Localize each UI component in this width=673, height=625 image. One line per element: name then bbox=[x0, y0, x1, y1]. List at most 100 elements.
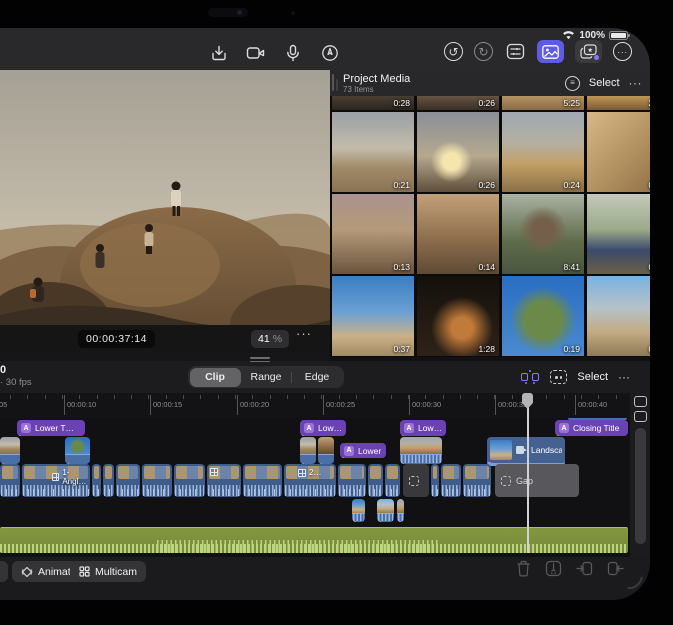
media-thumbnail[interactable]: 0:26 bbox=[417, 112, 499, 192]
landscape-clip[interactable]: Landscap… bbox=[487, 437, 565, 466]
insert-right-icon[interactable] bbox=[607, 561, 624, 576]
video-clip[interactable]: 1-Angl… bbox=[22, 464, 90, 497]
video-clip[interactable] bbox=[142, 464, 172, 497]
redo-icon[interactable]: ↻ bbox=[474, 42, 493, 61]
media-thumbnail[interactable]: 0:24 bbox=[502, 112, 584, 192]
camera-icon[interactable] bbox=[245, 42, 267, 64]
video-clip[interactable] bbox=[338, 464, 366, 497]
connection-stem bbox=[377, 521, 381, 522]
media-more-icon[interactable]: ··· bbox=[629, 76, 643, 90]
video-clip[interactable] bbox=[92, 464, 101, 497]
more-options-icon[interactable]: ··· bbox=[613, 42, 632, 61]
connection-stem bbox=[400, 435, 404, 436]
undo-icon[interactable]: ↺ bbox=[444, 42, 463, 61]
titles-effects-icon[interactable] bbox=[575, 40, 602, 63]
media-thumbnail[interactable]: 0:19 bbox=[502, 276, 584, 356]
connected-clip[interactable] bbox=[400, 437, 442, 464]
multicam-button[interactable]: Multicam bbox=[70, 561, 146, 582]
connected-clip[interactable] bbox=[352, 499, 365, 522]
microphone-icon[interactable] bbox=[282, 42, 304, 64]
ruler-minor-tick bbox=[235, 395, 236, 399]
title-clip[interactable]: AClosing Title bbox=[555, 420, 628, 436]
media-thumbnail[interactable]: 0:13 bbox=[332, 194, 414, 274]
clip-duration-label: 0:12 bbox=[648, 180, 650, 190]
clip-waveform-hi bbox=[104, 489, 113, 496]
video-clip[interactable]: 2… bbox=[284, 464, 336, 497]
media-thumbnail[interactable]: 0:37 bbox=[332, 276, 414, 356]
connected-clip[interactable] bbox=[300, 437, 316, 464]
timecode-display[interactable]: 00:00:37:14 bbox=[78, 330, 155, 348]
gap-clip[interactable]: Gap bbox=[495, 464, 579, 497]
inspector-icon[interactable] bbox=[504, 41, 526, 63]
video-clip[interactable] bbox=[174, 464, 205, 497]
media-thumbnail[interactable]: 0:48 bbox=[587, 276, 650, 356]
title-clip[interactable]: ALower T… bbox=[17, 420, 85, 436]
media-thumbnail[interactable]: 0:28 bbox=[332, 94, 414, 110]
video-clip[interactable] bbox=[0, 464, 20, 497]
project-info-line2: · 30 fps bbox=[0, 377, 32, 388]
enhance-icon[interactable] bbox=[520, 370, 540, 384]
pencil-tool-icon[interactable] bbox=[319, 42, 341, 64]
title-clip[interactable]: ALow… bbox=[300, 420, 346, 436]
segment-range[interactable]: Range bbox=[241, 368, 292, 387]
connected-clip[interactable] bbox=[377, 499, 394, 522]
media-thumbnail[interactable]: 2:04 bbox=[587, 94, 650, 110]
media-browser-icon[interactable] bbox=[537, 40, 564, 63]
audio-track-clip[interactable] bbox=[0, 527, 628, 553]
clip-thumbnail bbox=[0, 437, 20, 454]
media-thumbnail[interactable]: 1:28 bbox=[417, 276, 499, 356]
segment-clip[interactable]: Clip bbox=[190, 368, 241, 387]
ruler-minor-tick bbox=[27, 395, 28, 399]
insert-left-icon[interactable] bbox=[576, 561, 593, 576]
connected-clip[interactable] bbox=[397, 499, 404, 522]
title-clip[interactable]: ALow… bbox=[400, 420, 446, 436]
resize-drag-handle[interactable] bbox=[250, 357, 270, 362]
title-clip[interactable]: ALower… bbox=[340, 443, 386, 458]
media-thumbnail[interactable]: 0:14 bbox=[417, 194, 499, 274]
timeline-ruler[interactable]: 0500:00:1000:00:1500:00:2000:00:2500:00:… bbox=[0, 393, 630, 418]
video-clip[interactable] bbox=[463, 464, 491, 497]
media-thumbnail[interactable]: 0:12 bbox=[587, 112, 650, 192]
video-clip[interactable] bbox=[116, 464, 140, 497]
zoom-level-button[interactable]: 41 % bbox=[251, 330, 289, 348]
video-clip[interactable] bbox=[368, 464, 383, 497]
ruler-minor-tick bbox=[598, 395, 599, 399]
import-icon[interactable] bbox=[208, 42, 230, 64]
video-clip[interactable] bbox=[103, 464, 114, 497]
connected-clip[interactable] bbox=[0, 437, 20, 464]
video-clip[interactable] bbox=[385, 464, 400, 497]
timeline-more-icon[interactable]: ··· bbox=[618, 370, 630, 384]
media-thumbnail[interactable]: 5:25 bbox=[502, 94, 584, 110]
media-thumbnail[interactable]: 0:21 bbox=[332, 112, 414, 192]
media-thumbnail[interactable]: 0:26 bbox=[587, 194, 650, 274]
viewer[interactable]: 00:00:37:14 41 % ··· bbox=[0, 70, 330, 353]
video-clip[interactable] bbox=[207, 464, 241, 497]
trash-icon[interactable] bbox=[516, 560, 531, 577]
timeline-zoom-button-2[interactable] bbox=[634, 411, 647, 422]
video-clip[interactable] bbox=[243, 464, 282, 497]
video-clip[interactable] bbox=[431, 464, 439, 497]
media-thumbnail[interactable]: 0:26 bbox=[417, 94, 499, 110]
multicam-label: Multicam bbox=[95, 566, 137, 578]
media-thumbnail[interactable]: 8:41 bbox=[502, 194, 584, 274]
timeline-header-right: Select ··· bbox=[520, 366, 630, 388]
title-clip-label: Lower… bbox=[358, 446, 382, 456]
blade-icon[interactable] bbox=[545, 560, 562, 577]
segment-edge[interactable]: Edge bbox=[292, 368, 343, 387]
video-clip[interactable] bbox=[441, 464, 461, 497]
connected-clip[interactable] bbox=[318, 437, 334, 464]
viewer-more-icon[interactable]: ··· bbox=[296, 326, 312, 341]
gap-clip[interactable]: G… bbox=[403, 464, 429, 497]
timeline-zoom-button-1[interactable] bbox=[634, 396, 647, 407]
edge-partial-button[interactable] bbox=[0, 561, 8, 582]
connected-clip[interactable] bbox=[65, 437, 90, 464]
overview-icon[interactable] bbox=[550, 370, 567, 384]
ruler-minor-tick bbox=[131, 395, 132, 399]
connection-stem bbox=[397, 521, 401, 522]
timeline-vertical-scrollbar[interactable] bbox=[635, 428, 646, 544]
media-select-button[interactable]: Select bbox=[589, 77, 620, 89]
timeline-select-button[interactable]: Select bbox=[577, 371, 608, 383]
filter-icon[interactable]: ≡ bbox=[565, 76, 580, 91]
timeline-header: 0 · 30 fps ClipRangeEdge Select ··· bbox=[0, 361, 650, 393]
ruler-major-tick bbox=[150, 395, 151, 415]
